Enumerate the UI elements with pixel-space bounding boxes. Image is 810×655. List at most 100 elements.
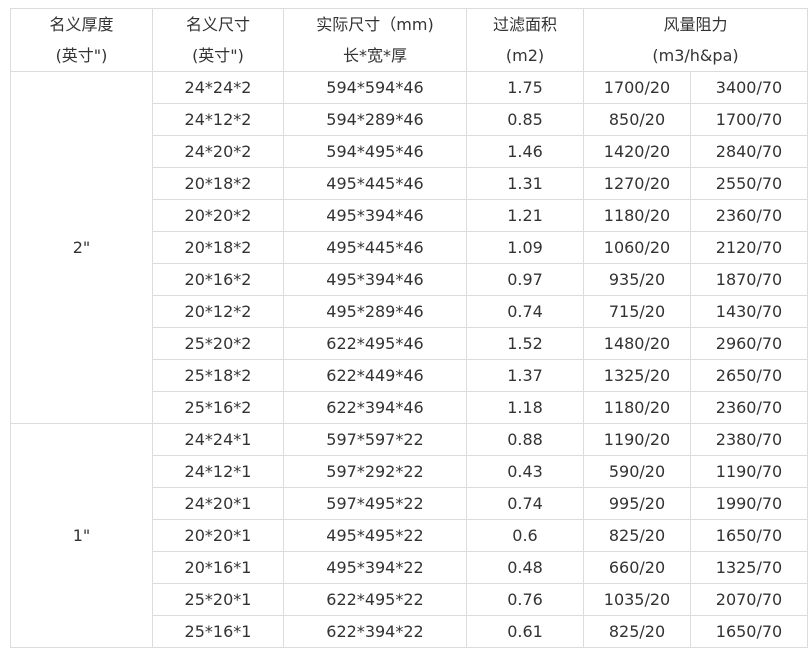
- airflow-low-cell: 1035/20: [583, 583, 691, 616]
- actual-size-cell: 622*495*22: [283, 583, 467, 616]
- thickness-cell: 2": [10, 71, 153, 424]
- size-cell: 25*18*2: [152, 359, 284, 392]
- airflow-high-cell: 2360/70: [690, 391, 808, 424]
- area-cell: 1.46: [466, 135, 584, 168]
- airflow-high-cell: 3400/70: [690, 71, 808, 104]
- area-cell: 0.6: [466, 519, 584, 552]
- size-cell: 24*20*1: [152, 487, 284, 520]
- area-cell: 1.31: [466, 167, 584, 200]
- actual-size-cell: 597*292*22: [283, 455, 467, 488]
- airflow-high-cell: 1650/70: [690, 519, 808, 552]
- airflow-low-cell: 825/20: [583, 615, 691, 648]
- actual-size-cell: 622*495*46: [283, 327, 467, 360]
- size-cell: 24*12*1: [152, 455, 284, 488]
- size-cell: 20*16*2: [152, 263, 284, 296]
- area-cell: 0.97: [466, 263, 584, 296]
- airflow-high-cell: 2840/70: [690, 135, 808, 168]
- area-cell: 1.09: [466, 231, 584, 264]
- size-cell: 24*20*2: [152, 135, 284, 168]
- actual-size-cell: 597*495*22: [283, 487, 467, 520]
- airflow-low-cell: 590/20: [583, 455, 691, 488]
- airflow-high-cell: 2380/70: [690, 423, 808, 456]
- header-actual-size: 实际尺寸（mm) 长*宽*厚: [283, 8, 467, 72]
- airflow-high-cell: 1870/70: [690, 263, 808, 296]
- area-cell: 0.74: [466, 295, 584, 328]
- filter-spec-table: 名义厚度 (英寸") 名义尺寸 (英寸") 实际尺寸（mm) 长*宽*厚 过滤面…: [10, 8, 808, 648]
- area-cell: 0.85: [466, 103, 584, 136]
- area-cell: 1.18: [466, 391, 584, 424]
- airflow-low-cell: 1180/20: [583, 199, 691, 232]
- area-cell: 0.43: [466, 455, 584, 488]
- airflow-high-cell: 2550/70: [690, 167, 808, 200]
- size-cell: 25*20*1: [152, 583, 284, 616]
- size-cell: 25*16*2: [152, 391, 284, 424]
- airflow-high-cell: 2650/70: [690, 359, 808, 392]
- airflow-low-cell: 1270/20: [583, 167, 691, 200]
- actual-size-cell: 594*594*46: [283, 71, 467, 104]
- size-cell: 24*24*1: [152, 423, 284, 456]
- actual-size-cell: 597*597*22: [283, 423, 467, 456]
- actual-size-cell: 495*394*46: [283, 263, 467, 296]
- size-cell: 25*20*2: [152, 327, 284, 360]
- header-airflow: 风量阻力 (m3/h&pa): [583, 8, 808, 72]
- airflow-high-cell: 1990/70: [690, 487, 808, 520]
- actual-size-cell: 622*394*22: [283, 615, 467, 648]
- size-cell: 25*16*1: [152, 615, 284, 648]
- airflow-high-cell: 2120/70: [690, 231, 808, 264]
- airflow-low-cell: 1700/20: [583, 71, 691, 104]
- header-filter-area: 过滤面积 (m2): [466, 8, 584, 72]
- thickness-cell: 1": [10, 423, 153, 648]
- header-size: 名义尺寸 (英寸"): [152, 8, 284, 72]
- area-cell: 0.88: [466, 423, 584, 456]
- airflow-high-cell: 2070/70: [690, 583, 808, 616]
- airflow-high-cell: 1700/70: [690, 103, 808, 136]
- airflow-low-cell: 660/20: [583, 551, 691, 584]
- airflow-low-cell: 1480/20: [583, 327, 691, 360]
- airflow-low-cell: 715/20: [583, 295, 691, 328]
- size-cell: 24*24*2: [152, 71, 284, 104]
- area-cell: 0.48: [466, 551, 584, 584]
- actual-size-cell: 495*394*22: [283, 551, 467, 584]
- airflow-low-cell: 935/20: [583, 263, 691, 296]
- airflow-low-cell: 825/20: [583, 519, 691, 552]
- size-cell: 20*16*1: [152, 551, 284, 584]
- area-cell: 0.61: [466, 615, 584, 648]
- airflow-low-cell: 1060/20: [583, 231, 691, 264]
- size-cell: 20*12*2: [152, 295, 284, 328]
- size-cell: 20*18*2: [152, 167, 284, 200]
- actual-size-cell: 495*394*46: [283, 199, 467, 232]
- size-cell: 20*20*2: [152, 199, 284, 232]
- airflow-high-cell: 1325/70: [690, 551, 808, 584]
- actual-size-cell: 495*289*46: [283, 295, 467, 328]
- area-cell: 0.74: [466, 487, 584, 520]
- header-thickness: 名义厚度 (英寸"): [10, 8, 153, 72]
- size-cell: 20*18*2: [152, 231, 284, 264]
- airflow-low-cell: 995/20: [583, 487, 691, 520]
- airflow-low-cell: 1180/20: [583, 391, 691, 424]
- actual-size-cell: 495*445*46: [283, 231, 467, 264]
- airflow-low-cell: 850/20: [583, 103, 691, 136]
- actual-size-cell: 622*394*46: [283, 391, 467, 424]
- actual-size-cell: 594*495*46: [283, 135, 467, 168]
- area-cell: 1.52: [466, 327, 584, 360]
- area-cell: 0.76: [466, 583, 584, 616]
- size-cell: 20*20*1: [152, 519, 284, 552]
- size-cell: 24*12*2: [152, 103, 284, 136]
- airflow-high-cell: 2960/70: [690, 327, 808, 360]
- airflow-high-cell: 1650/70: [690, 615, 808, 648]
- actual-size-cell: 495*445*46: [283, 167, 467, 200]
- airflow-low-cell: 1420/20: [583, 135, 691, 168]
- actual-size-cell: 594*289*46: [283, 103, 467, 136]
- table-row: 2" 24*24*2 594*594*46 1.75 1700/20 3400/70: [10, 71, 808, 424]
- actual-size-cell: 622*449*46: [283, 359, 467, 392]
- airflow-high-cell: 1190/70: [690, 455, 808, 488]
- actual-size-cell: 495*495*22: [283, 519, 467, 552]
- airflow-low-cell: 1190/20: [583, 423, 691, 456]
- table-row: 1" 24*24*1 597*597*22 0.88 1190/20 2380/70: [10, 423, 808, 648]
- airflow-low-cell: 1325/20: [583, 359, 691, 392]
- airflow-high-cell: 2360/70: [690, 199, 808, 232]
- airflow-high-cell: 1430/70: [690, 295, 808, 328]
- area-cell: 1.37: [466, 359, 584, 392]
- area-cell: 1.75: [466, 71, 584, 104]
- area-cell: 1.21: [466, 199, 584, 232]
